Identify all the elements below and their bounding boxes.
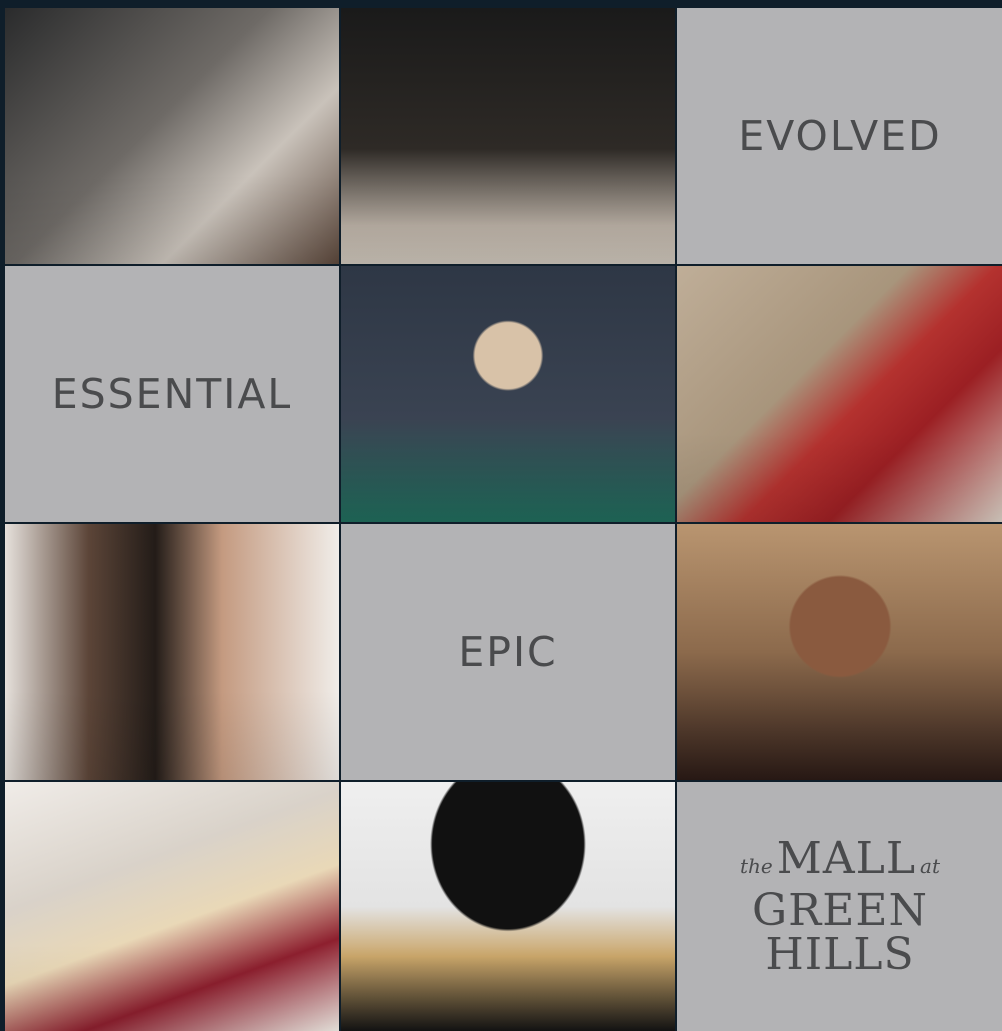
couple-photo xyxy=(5,524,339,780)
mosaic-grid: EVOLVED ESSENTIAL EPIC the MALL at GREEN… xyxy=(5,8,1002,1031)
woman-with-hat-photo xyxy=(341,782,675,1031)
epic-text: EPIC xyxy=(458,628,558,676)
mall-logo: the MALL at GREEN HILLS xyxy=(677,832,1002,980)
logo-green-hills: GREEN HILLS xyxy=(751,884,928,980)
woman-in-gown-photo xyxy=(341,266,675,522)
epic-tile: EPIC xyxy=(341,524,675,780)
logo-mall: MALL xyxy=(776,832,917,884)
cheesecake-photo xyxy=(5,782,339,1031)
essential-text: ESSENTIAL xyxy=(51,370,293,418)
woman-portrait-photo xyxy=(5,8,339,264)
logo-the: the xyxy=(740,853,773,878)
mall-logo-tile: the MALL at GREEN HILLS xyxy=(677,782,1002,1031)
evolved-text: EVOLVED xyxy=(738,112,942,160)
smiling-woman-photo xyxy=(677,524,1002,780)
high-heels-photo xyxy=(341,8,675,264)
essential-tile: ESSENTIAL xyxy=(5,266,339,522)
red-handbag-photo xyxy=(677,266,1002,522)
logo-at: at xyxy=(920,853,940,878)
evolved-tile: EVOLVED xyxy=(677,8,1002,264)
